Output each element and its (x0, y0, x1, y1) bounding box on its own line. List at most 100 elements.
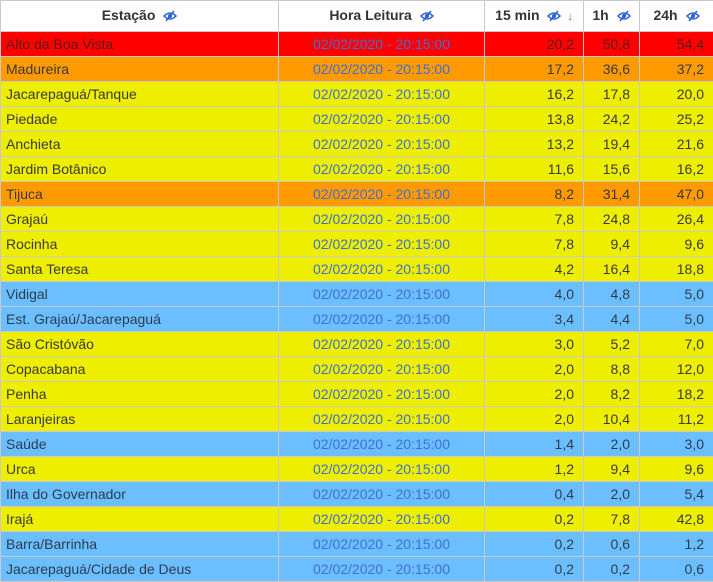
rain-24h-cell: 0,6 (639, 556, 713, 582)
table-row: São Cristóvão 02/02/2020 - 20:15:00 3,0 5,2… (0, 331, 713, 357)
rain-1h-cell: 16,4 (583, 256, 640, 282)
rain-15min-cell: 0,4 (484, 481, 584, 507)
rain-1h-cell: 0,6 (583, 531, 640, 557)
rain-15min-cell: 2,0 (484, 356, 584, 382)
rain-24h-cell: 42,8 (639, 506, 713, 532)
station-cell: Tijuca (0, 181, 279, 207)
reading-time-cell: 02/02/2020 - 20:15:00 (278, 206, 485, 232)
rain-15min-cell: 0,2 (484, 531, 584, 557)
table-row: Alto da Boa Vista 02/02/2020 - 20:15:00 20… (0, 31, 713, 57)
rain-15min-cell: 1,2 (484, 456, 584, 482)
column-header-label: 1h (592, 7, 609, 24)
rain-1h-cell: 17,8 (583, 81, 640, 107)
reading-time-cell: 02/02/2020 - 20:15:00 (278, 181, 485, 207)
rain-15min-cell: 17,2 (484, 56, 584, 82)
column-header-label: Estação (101, 7, 156, 24)
eye-slash-icon[interactable] (547, 9, 562, 25)
reading-time-cell: 02/02/2020 - 20:15:00 (278, 256, 485, 282)
station-cell: Alto da Boa Vista (0, 31, 279, 57)
rain-15min-cell: 3,0 (484, 331, 584, 357)
station-cell: Barra/Barrinha (0, 531, 279, 557)
reading-time-cell: 02/02/2020 - 20:15:00 (278, 481, 485, 507)
rain-15min-cell: 4,0 (484, 281, 584, 307)
station-cell: Vidigal (0, 281, 279, 307)
column-header-label: 15 min (495, 7, 540, 24)
rain-1h-cell: 9,4 (583, 231, 640, 257)
table-row: Saúde 02/02/2020 - 20:15:00 1,4 2,0 3,0 (0, 431, 713, 457)
rain-15min-cell: 7,8 (484, 206, 584, 232)
table-row: Jardim Botânico 02/02/2020 - 20:15:00 11,6… (0, 156, 713, 182)
station-cell: Irajá (0, 506, 279, 532)
table-row: Piedade 02/02/2020 - 20:15:00 13,8 24,2 25,2 (0, 106, 713, 132)
column-header-24h[interactable]: 24h (639, 0, 713, 32)
rain-24h-cell: 18,8 (639, 256, 713, 282)
column-header-estacao[interactable]: Estação (0, 0, 279, 32)
eye-slash-icon[interactable] (163, 9, 178, 25)
rain-1h-cell: 4,8 (583, 281, 640, 307)
rain-1h-cell: 8,8 (583, 356, 640, 382)
reading-time-cell: 02/02/2020 - 20:15:00 (278, 531, 485, 557)
rain-24h-cell: 21,6 (639, 131, 713, 157)
reading-time-cell: 02/02/2020 - 20:15:00 (278, 456, 485, 482)
rain-24h-cell: 5,0 (639, 281, 713, 307)
rain-15min-cell: 7,8 (484, 231, 584, 257)
station-cell: Ilha do Governador (0, 481, 279, 507)
rain-15min-cell: 13,2 (484, 131, 584, 157)
reading-time-cell: 02/02/2020 - 20:15:00 (278, 406, 485, 432)
reading-time-cell: 02/02/2020 - 20:15:00 (278, 131, 485, 157)
column-header-hora-leitura[interactable]: Hora Leitura (278, 0, 485, 32)
station-cell: Grajaú (0, 206, 279, 232)
rain-1h-cell: 50,8 (583, 31, 640, 57)
column-header-15min[interactable]: 15 min ↓ (484, 0, 584, 32)
rain-1h-cell: 8,2 (583, 381, 640, 407)
station-cell: Penha (0, 381, 279, 407)
table-row: Vidigal 02/02/2020 - 20:15:00 4,0 4,8 5,0 (0, 281, 713, 307)
table-row: Laranjeiras 02/02/2020 - 20:15:00 2,0 10,4 1… (0, 406, 713, 432)
rain-15min-cell: 20,2 (484, 31, 584, 57)
station-cell: Madureira (0, 56, 279, 82)
table-row: Anchieta 02/02/2020 - 20:15:00 13,2 19,4 21,… (0, 131, 713, 157)
eye-slash-icon[interactable] (616, 9, 631, 25)
rain-24h-cell: 9,6 (639, 456, 713, 482)
reading-time-cell: 02/02/2020 - 20:15:00 (278, 331, 485, 357)
rain-15min-cell: 1,4 (484, 431, 584, 457)
table-row: Tijuca 02/02/2020 - 20:15:00 8,2 31,4 47,0 (0, 181, 713, 207)
rain-24h-cell: 18,2 (639, 381, 713, 407)
rainfall-table: Estação Hora Leitura 15 min ↓ 1h 24h Alt… (0, 0, 713, 582)
sort-down-arrow-icon[interactable]: ↓ (567, 11, 573, 23)
rain-24h-cell: 25,2 (639, 106, 713, 132)
rain-24h-cell: 7,0 (639, 331, 713, 357)
rain-15min-cell: 2,0 (484, 406, 584, 432)
table-row: Barra/Barrinha 02/02/2020 - 20:15:00 0,2 0,… (0, 531, 713, 557)
rain-1h-cell: 5,2 (583, 331, 640, 357)
column-header-1h[interactable]: 1h (583, 0, 640, 32)
reading-time-cell: 02/02/2020 - 20:15:00 (278, 381, 485, 407)
rain-1h-cell: 19,4 (583, 131, 640, 157)
reading-time-cell: 02/02/2020 - 20:15:00 (278, 356, 485, 382)
rain-24h-cell: 20,0 (639, 81, 713, 107)
rain-24h-cell: 37,2 (639, 56, 713, 82)
station-cell: Urca (0, 456, 279, 482)
rain-1h-cell: 7,8 (583, 506, 640, 532)
eye-slash-icon[interactable] (685, 9, 700, 25)
rain-1h-cell: 24,8 (583, 206, 640, 232)
rain-24h-cell: 1,2 (639, 531, 713, 557)
reading-time-cell: 02/02/2020 - 20:15:00 (278, 231, 485, 257)
rain-1h-cell: 36,6 (583, 56, 640, 82)
column-header-label: 24h (653, 7, 678, 24)
rain-15min-cell: 0,2 (484, 506, 584, 532)
rain-24h-cell: 54,4 (639, 31, 713, 57)
column-header-label: Hora Leitura (329, 7, 412, 24)
rain-15min-cell: 0,2 (484, 556, 584, 582)
table-row: Jacarepaguá/Cidade de Deus 02/02/2020 - 2… (0, 556, 713, 582)
rain-1h-cell: 9,4 (583, 456, 640, 482)
rain-24h-cell: 3,0 (639, 431, 713, 457)
station-cell: Anchieta (0, 131, 279, 157)
rain-24h-cell: 11,2 (639, 406, 713, 432)
table-row: Santa Teresa 02/02/2020 - 20:15:00 4,2 16,4… (0, 256, 713, 282)
table-row: Madureira 02/02/2020 - 20:15:00 17,2 36,6 37… (0, 56, 713, 82)
rain-24h-cell: 12,0 (639, 356, 713, 382)
station-cell: Santa Teresa (0, 256, 279, 282)
station-cell: Saúde (0, 431, 279, 457)
eye-slash-icon[interactable] (419, 9, 434, 25)
